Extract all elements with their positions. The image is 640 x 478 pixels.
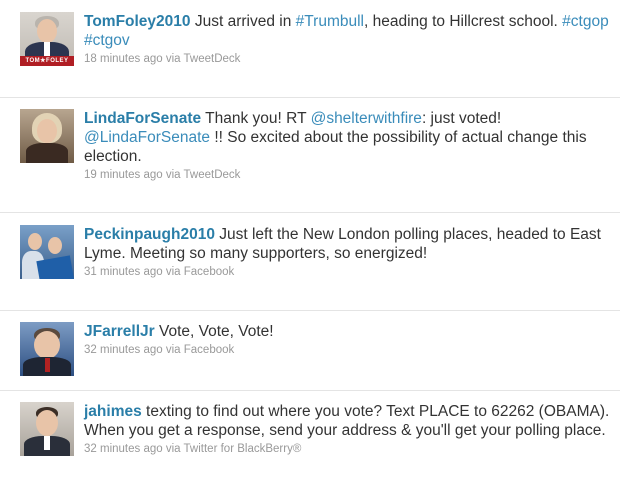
avatar[interactable] bbox=[20, 225, 74, 279]
timestamp-link[interactable]: 32 minutes ago bbox=[84, 344, 163, 356]
hashtag-link[interactable]: #ctgov bbox=[84, 32, 130, 49]
tweet-text: jahimes texting to find out where you vo… bbox=[84, 402, 620, 440]
timestamp-link[interactable]: 19 minutes ago bbox=[84, 169, 163, 181]
tweet-text-part: Vote, Vote, Vote! bbox=[154, 323, 274, 340]
tweet-meta: 32 minutes ago via Facebook bbox=[84, 344, 620, 356]
avatar[interactable] bbox=[20, 402, 74, 456]
via-label: via bbox=[165, 266, 181, 278]
source-link[interactable]: Facebook bbox=[184, 266, 235, 278]
tweet-item: jahimes texting to find out where you vo… bbox=[0, 390, 620, 478]
tweet-text: TomFoley2010 Just arrived in #Trumbull, … bbox=[84, 12, 620, 50]
tweet-meta: 18 minutes ago via TweetDeck bbox=[84, 53, 620, 65]
tweet-item: JFarrellJr Vote, Vote, Vote! 32 minutes … bbox=[0, 310, 620, 391]
source-link[interactable]: TweetDeck bbox=[184, 53, 241, 65]
via-label: via bbox=[165, 53, 181, 65]
avatar[interactable]: TOM★FOLEY bbox=[20, 12, 74, 66]
avatar[interactable] bbox=[20, 109, 74, 163]
username-link[interactable]: Peckinpaugh2010 bbox=[84, 226, 215, 243]
via-label: via bbox=[165, 169, 181, 181]
via-label: via bbox=[165, 344, 181, 356]
via-label: via bbox=[165, 443, 181, 455]
username-link[interactable]: LindaForSenate bbox=[84, 110, 201, 127]
timestamp-link[interactable]: 18 minutes ago bbox=[84, 53, 163, 65]
username-link[interactable]: TomFoley2010 bbox=[84, 13, 191, 30]
timestamp-link[interactable]: 31 minutes ago bbox=[84, 266, 163, 278]
tweet-text: JFarrellJr Vote, Vote, Vote! bbox=[84, 322, 620, 341]
hashtag-link[interactable]: #ctgop bbox=[562, 13, 609, 30]
tweet-feed: TOM★FOLEY TomFoley2010 Just arrived in #… bbox=[0, 0, 640, 478]
mention-link[interactable]: @LindaForSenate bbox=[84, 129, 210, 146]
tweet-text-part: : just voted! bbox=[421, 110, 502, 127]
tweet-item: Peckinpaugh2010 Just left the New London… bbox=[0, 212, 620, 311]
source-link[interactable]: Facebook bbox=[184, 344, 235, 356]
tweet-text: Peckinpaugh2010 Just left the New London… bbox=[84, 225, 620, 263]
tweet-text-part: , heading to Hillcrest school. bbox=[364, 13, 563, 30]
username-link[interactable]: JFarrellJr bbox=[84, 323, 155, 340]
source-link[interactable]: Twitter for BlackBerry® bbox=[184, 443, 302, 455]
tweet-text-part: Thank you! RT bbox=[201, 110, 311, 127]
avatar[interactable] bbox=[20, 322, 74, 376]
hashtag-link[interactable]: #Trumbull bbox=[296, 13, 364, 30]
tweet-text-part: Just arrived in bbox=[190, 13, 296, 30]
tweet-meta: 32 minutes ago via Twitter for BlackBerr… bbox=[84, 443, 620, 455]
source-link[interactable]: TweetDeck bbox=[184, 169, 241, 181]
avatar-label: TOM★FOLEY bbox=[20, 56, 74, 66]
tweet-text: LindaForSenate Thank you! RT @shelterwit… bbox=[84, 109, 620, 166]
mention-link[interactable]: @shelterwithfire bbox=[311, 110, 422, 127]
tweet-meta: 19 minutes ago via TweetDeck bbox=[84, 169, 620, 181]
tweet-item: LindaForSenate Thank you! RT @shelterwit… bbox=[0, 97, 620, 213]
tweet-item: TOM★FOLEY TomFoley2010 Just arrived in #… bbox=[0, 0, 620, 98]
timestamp-link[interactable]: 32 minutes ago bbox=[84, 443, 163, 455]
tweet-meta: 31 minutes ago via Facebook bbox=[84, 266, 620, 278]
username-link[interactable]: jahimes bbox=[84, 403, 142, 420]
tweet-text-part: texting to find out where you vote? Text… bbox=[84, 403, 610, 439]
